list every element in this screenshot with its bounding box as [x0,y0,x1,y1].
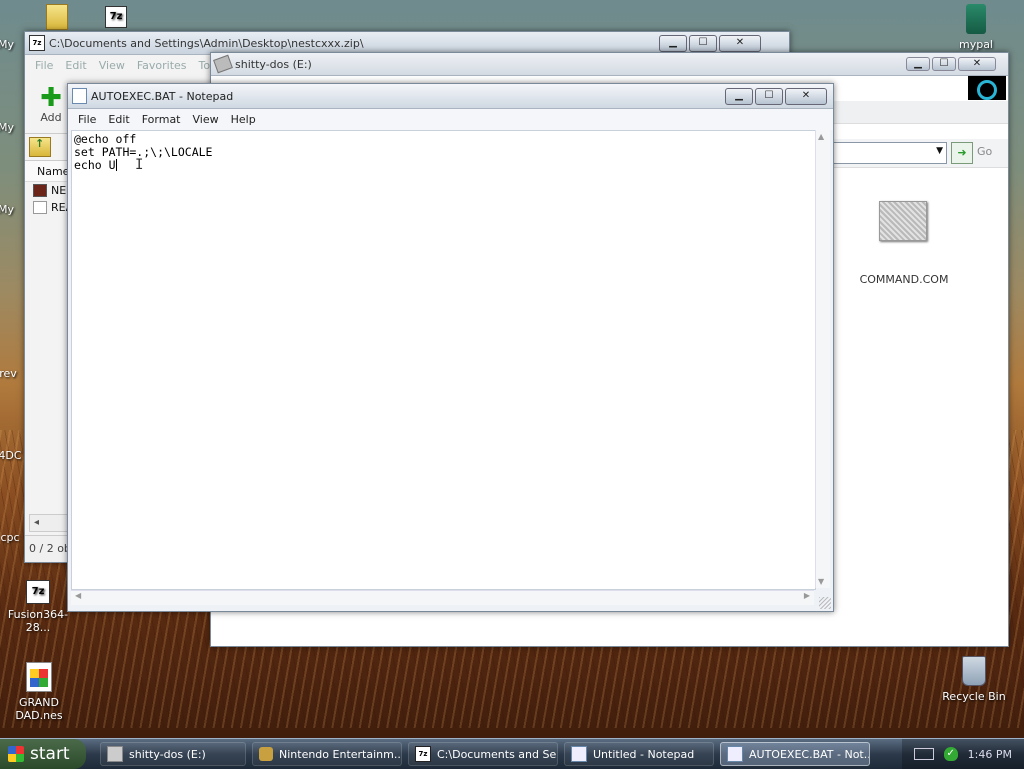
status-text: 0 / 2 ob [29,542,71,555]
add-button[interactable]: ✚ Add [31,85,71,124]
maximize-button[interactable]: ☐ [689,34,717,52]
windows-logo-icon [8,746,24,762]
column-header-label: Name [37,164,70,178]
nes-icon [259,747,273,761]
drive-icon [107,746,123,762]
7z-icon: 7z [29,35,45,51]
scroll-up-icon[interactable]: ▲ [818,132,824,141]
taskbar-item-label: C:\Documents and Se... [437,747,558,761]
desktop-icon-label: GRAND DAD.nes [15,696,63,722]
notepad-icon [727,746,743,762]
folder-icon [46,4,68,30]
add-label: Add [40,110,62,124]
close-button[interactable]: ✕ [719,34,761,52]
plus-icon: ✚ [40,82,62,113]
desktop-icon-recycle-bin[interactable]: Recycle Bin [938,656,1010,703]
notepad-menubar: File Edit Format View Help [68,109,833,130]
scroll-down-icon[interactable]: ▼ [818,577,824,586]
desktop-icon-fusion[interactable]: 7z Fusion364-28... [2,580,74,634]
start-label: start [30,744,70,764]
taskbar-item-autoexec-notepad[interactable]: AUTOEXEC.BAT - Not... [720,742,870,766]
address-dropdown[interactable]: ▼ [833,142,947,164]
horizontal-scrollbar[interactable]: ◀ ▶ [71,590,814,605]
close-button[interactable]: ✕ [958,57,996,71]
explorer-title: shitty-dos (E:) [235,57,312,71]
notepad-icon [571,746,587,762]
desktop-icon-label: 4DC [0,449,22,462]
start-button[interactable]: start [0,739,86,769]
security-shield-icon[interactable]: ✓ [943,747,958,761]
desktop-icon-zip-top[interactable]: 7z [80,6,152,32]
command-com-file-icon[interactable] [879,201,927,241]
7z-icon: 7z [415,746,431,762]
taskbar-item-untitled-notepad[interactable]: Untitled - Notepad [564,742,714,766]
notepad-titlebar[interactable]: AUTOEXEC.BAT - Notepad ▁ ☐ ✕ [68,84,833,109]
taskbar-item-label: Untitled - Notepad [593,747,695,761]
notepad-window[interactable]: AUTOEXEC.BAT - Notepad ▁ ☐ ✕ File Edit F… [67,83,834,612]
menu-file[interactable]: File [29,59,59,72]
taskbar-item-nintendo[interactable]: Nintendo Entertainm... [252,742,402,766]
explorer-titlebar[interactable]: shitty-dos (E:) ▁ ☐ ✕ [211,53,1008,76]
drive-icon [213,54,233,74]
scroll-left-icon[interactable]: ◀ [75,591,81,600]
resize-grip-icon[interactable] [819,597,831,609]
7z-icon: 7z [105,6,127,28]
clock[interactable]: 1:46 PM [968,748,1012,761]
vertical-scrollbar[interactable]: ▲ ▼ [815,130,830,588]
taskbar-item-label: AUTOEXEC.BAT - Not... [749,747,870,761]
list-item-label: NE [51,184,67,197]
up-folder-icon[interactable] [29,137,51,157]
zip-window-title: C:\Documents and Settings\Admin\Desktop\… [49,36,364,50]
nes-file-icon [33,184,47,197]
menu-view[interactable]: View [187,113,225,126]
go-button[interactable]: Go [977,145,992,158]
taskbar-item-label: shitty-dos (E:) [129,747,206,761]
taskbar: start shitty-dos (E:) Nintendo Entertain… [0,738,1024,769]
mypal-icon [966,4,986,34]
menu-view[interactable]: View [93,59,131,72]
notepad-text-area[interactable]: @echo off set PATH=.;\;\LOCALE echo U I [71,130,816,590]
menu-edit[interactable]: Edit [102,113,135,126]
desktop-icon-label: Recycle Bin [942,690,1006,703]
maximize-button[interactable]: ☐ [932,57,956,71]
windows-file-icon [26,662,52,692]
menu-file[interactable]: File [72,113,102,126]
desktop-icon-label: My [0,121,14,134]
7z-icon: 7z [26,580,50,604]
menu-favorites[interactable]: Favorites [131,59,193,72]
desktop-icon-grand-dad[interactable]: GRAND DAD.nes [3,662,75,722]
close-button[interactable]: ✕ [785,87,827,105]
minimize-button[interactable]: ▁ [725,87,753,105]
desktop-icon-label: mypal [958,38,993,51]
ring-logo-icon [968,76,1006,100]
keyboard-icon[interactable] [913,748,934,760]
taskbar-item-shitty-dos[interactable]: shitty-dos (E:) [100,742,246,766]
maximize-button[interactable]: ☐ [755,87,783,105]
menu-format[interactable]: Format [136,113,187,126]
desktop-icon-label: My [0,203,14,216]
scroll-right-icon[interactable]: ▶ [804,591,810,600]
recycle-bin-icon [962,656,986,686]
command-com-label[interactable]: COMMAND.COM [851,273,957,286]
desktop-icon-label: Fusion364-28... [7,608,69,634]
menu-edit[interactable]: Edit [59,59,92,72]
minimize-button[interactable]: ▁ [659,34,687,52]
desktop-icon-label: cpc [0,531,20,544]
system-tray: ✓ 1:46 PM [901,739,1024,769]
desktop-icon-mypal[interactable]: mypal [940,4,1012,51]
desktop-icon-label: My [0,38,14,51]
desktop-icon-label: rev [0,367,17,380]
notepad-title: AUTOEXEC.BAT - Notepad [91,89,234,103]
menu-help[interactable]: Help [225,113,262,126]
text-cursor [115,159,117,171]
notepad-icon [72,88,87,104]
minimize-button[interactable]: ▁ [906,57,930,71]
ibeam-cursor-icon: I [135,157,144,173]
go-arrow-icon[interactable]: ➜ [951,142,973,164]
chevron-down-icon: ▼ [936,146,943,156]
taskbar-item-label: Nintendo Entertainm... [279,747,402,761]
text-file-icon [33,201,47,214]
taskbar-item-zip[interactable]: 7z C:\Documents and Se... [408,742,558,766]
